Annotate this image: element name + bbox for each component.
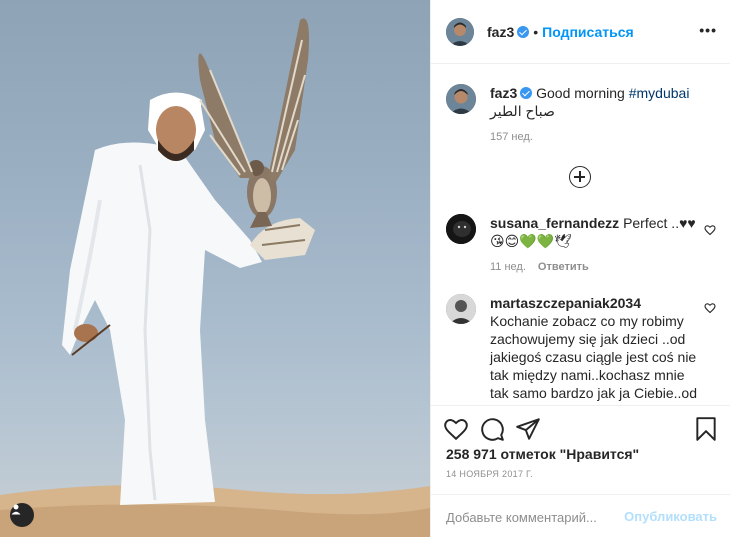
comments-list: faz3 Good morning #mydubai صباح الطير 15…	[431, 65, 730, 405]
commenter-avatar[interactable]	[446, 214, 476, 244]
post-header: faz3 • Подписаться •••	[431, 0, 730, 64]
caption-hashtag[interactable]: #mydubai	[629, 85, 690, 101]
save-bookmark-icon[interactable]	[693, 416, 719, 442]
follow-button[interactable]: Подписаться	[542, 24, 634, 40]
falconer-illustration	[0, 18, 430, 537]
verified-badge-icon	[520, 87, 533, 99]
post-photo[interactable]	[0, 0, 430, 537]
more-options-icon[interactable]: •••	[699, 22, 717, 38]
caption-text-post: صباح الطير	[490, 103, 555, 119]
comment-meta: 11 нед. Ответить	[490, 261, 589, 273]
caption-text-pre: Good morning	[536, 85, 629, 101]
author-avatar[interactable]	[446, 18, 474, 46]
author-row: faz3 • Подписаться	[487, 24, 634, 40]
comment-bubble-icon[interactable]	[479, 416, 505, 442]
publish-button[interactable]: Опубликовать	[624, 509, 717, 524]
user-icon	[11, 504, 21, 515]
tagged-users-button[interactable]	[10, 503, 34, 527]
avatar-image	[446, 18, 474, 46]
author-username[interactable]: faz3	[487, 24, 514, 40]
like-comment-heart-icon[interactable]	[704, 302, 716, 314]
caption-text: faz3 Good morning #mydubai صباح الطير	[490, 84, 700, 120]
post-date[interactable]: 14 НОЯБРЯ 2017 Г.	[446, 469, 533, 479]
comment-time[interactable]: 11 нед.	[490, 261, 526, 273]
add-comment-bar: Опубликовать	[431, 494, 730, 537]
avatar-image	[446, 294, 476, 324]
avatar-image	[446, 84, 476, 114]
post-side-panel: faz3 • Подписаться ••• faz3 Good morning #…	[430, 0, 730, 537]
caption-meta: 157 нед.	[490, 131, 533, 143]
commenter-username[interactable]: martaszczepaniak2034	[490, 295, 641, 311]
comment-text-block: martaszczepaniak2034 Kochanie zobacz co …	[490, 294, 700, 405]
comment-text-block: susana_fernandezz Perfect ..♥♥ 😘😊💚💚🕊	[490, 214, 700, 250]
commenter-avatar[interactable]	[446, 294, 476, 324]
caption-author-avatar[interactable]	[446, 84, 476, 114]
comment-input[interactable]	[446, 507, 626, 527]
share-paper-plane-icon[interactable]	[515, 416, 541, 442]
caption-username[interactable]: faz3	[490, 85, 517, 101]
likes-count[interactable]: 258 971 отметок "Нравится"	[446, 446, 639, 462]
post-actions: 258 971 отметок "Нравится" 14 НОЯБРЯ 201…	[431, 405, 730, 537]
commenter-username[interactable]: susana_fernandezz	[490, 215, 619, 231]
separator-dot: •	[533, 24, 539, 40]
like-comment-heart-icon[interactable]	[704, 224, 716, 236]
caption-time[interactable]: 157 нед.	[490, 131, 533, 143]
reply-button[interactable]: Ответить	[538, 261, 589, 273]
load-more-comments-icon[interactable]	[569, 166, 591, 188]
avatar-image	[446, 214, 476, 244]
comment-text: Kochanie zobacz co my robimy zachowujemy…	[490, 313, 697, 405]
like-heart-icon[interactable]	[443, 416, 469, 442]
verified-badge-icon	[517, 26, 530, 38]
